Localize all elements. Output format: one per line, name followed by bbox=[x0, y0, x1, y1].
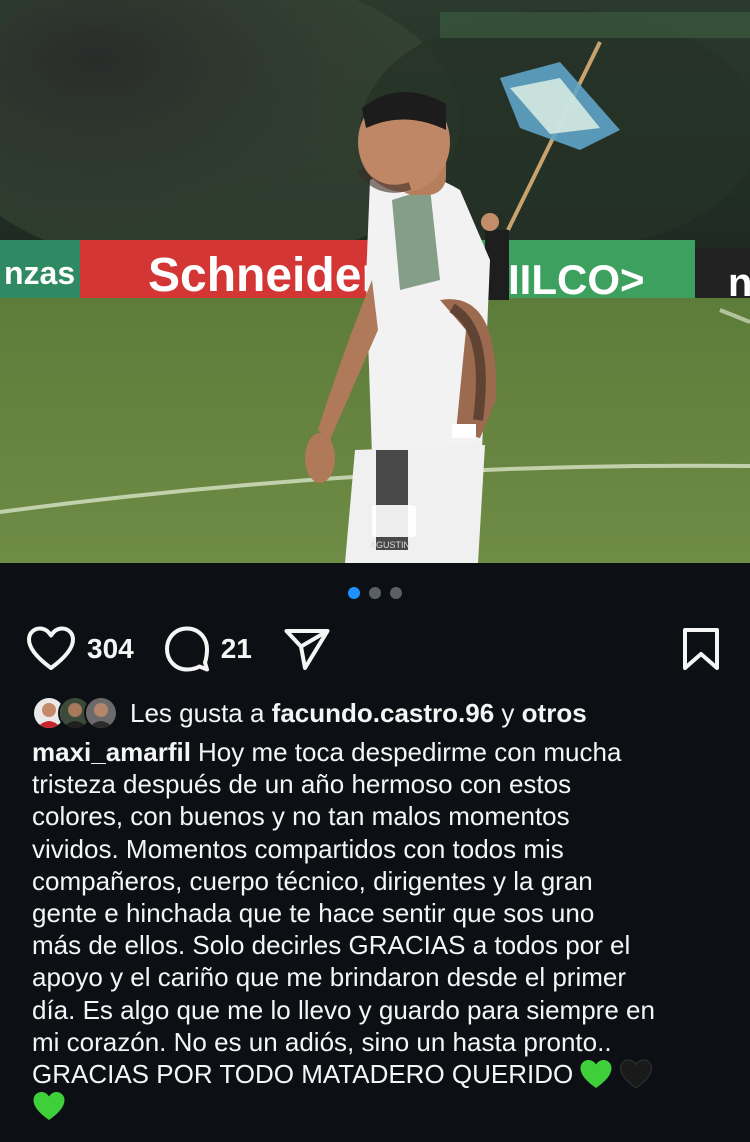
share-button[interactable] bbox=[284, 627, 330, 671]
carousel-dot-1 bbox=[348, 587, 360, 599]
carousel-dot-2 bbox=[369, 587, 381, 599]
caption-username[interactable]: maxi_amarfil bbox=[32, 737, 191, 767]
comment-button[interactable]: 21 bbox=[164, 626, 252, 672]
caption-line-8: apoyo y el cariño que me brindaron desde… bbox=[32, 962, 627, 993]
green-heart-emoji bbox=[579, 1059, 613, 1089]
heart-icon bbox=[27, 626, 75, 670]
caption-line-11: GRACIAS POR TODO MATADERO QUERIDO bbox=[32, 1059, 574, 1090]
caption-line-9: día. Es algo que me lo llevo y guardo pa… bbox=[32, 994, 655, 1025]
caption-line-1: Hoy me toca despedirme con mucha bbox=[197, 737, 622, 767]
liker-avatars[interactable] bbox=[32, 696, 118, 730]
post-photo: nzas Schneider IILCO> n AGUSTIN bbox=[0, 0, 750, 563]
watermark-text: AGUSTIN bbox=[370, 540, 410, 550]
caption-line-5: compañeros, cuerpo técnico, dirigentes y… bbox=[32, 865, 593, 896]
caption-line-4: vividos. Momentos compartidos con todos … bbox=[32, 833, 564, 864]
like-button[interactable]: 304 bbox=[26, 626, 134, 672]
post-caption: maxi_amarfil Hoy me toca despedirme con m… bbox=[32, 736, 728, 1122]
likes-count[interactable]: 304 bbox=[87, 633, 134, 665]
banner-left-text: nzas bbox=[4, 255, 75, 291]
post-image[interactable]: nzas Schneider IILCO> n AGUSTIN bbox=[0, 0, 750, 563]
liked-by-prefix: Les gusta a bbox=[130, 697, 265, 728]
banner-main-text: Schneider bbox=[148, 249, 380, 302]
post-actions-bar: 304 21 bbox=[26, 622, 720, 676]
avatar[interactable] bbox=[84, 696, 118, 730]
green-heart-emoji bbox=[32, 1091, 66, 1121]
liked-by-user-link[interactable]: facundo.castro.96 bbox=[272, 698, 495, 729]
caption-line-2: tristeza después de un año hermoso con e… bbox=[32, 769, 572, 800]
caption-line-6: gente e hinchada que te hace sentir que … bbox=[32, 898, 595, 929]
carousel-dot-3 bbox=[390, 587, 402, 599]
caption-line-7: más de ellos. Solo decirles GRACIAS a to… bbox=[32, 930, 631, 961]
bookmark-icon bbox=[683, 628, 719, 670]
comment-icon bbox=[164, 626, 209, 672]
carousel-indicator bbox=[0, 587, 750, 599]
black-heart-emoji bbox=[619, 1059, 653, 1089]
save-button[interactable] bbox=[682, 627, 720, 671]
banner-right-text: IILCO> bbox=[508, 256, 645, 303]
liked-by-connector: y bbox=[501, 697, 515, 728]
send-icon bbox=[284, 629, 330, 670]
caption-line-3: colores, con buenos y no tan malos momen… bbox=[32, 801, 570, 832]
comments-count[interactable]: 21 bbox=[221, 633, 252, 665]
caption-line-10: mi corazón. No es un adiós, sino un hast… bbox=[32, 1026, 612, 1057]
liked-by-others-link[interactable]: otros bbox=[522, 698, 587, 729]
liked-by-line[interactable]: Les gusta a facundo.castro.96 y otros bbox=[32, 694, 730, 732]
